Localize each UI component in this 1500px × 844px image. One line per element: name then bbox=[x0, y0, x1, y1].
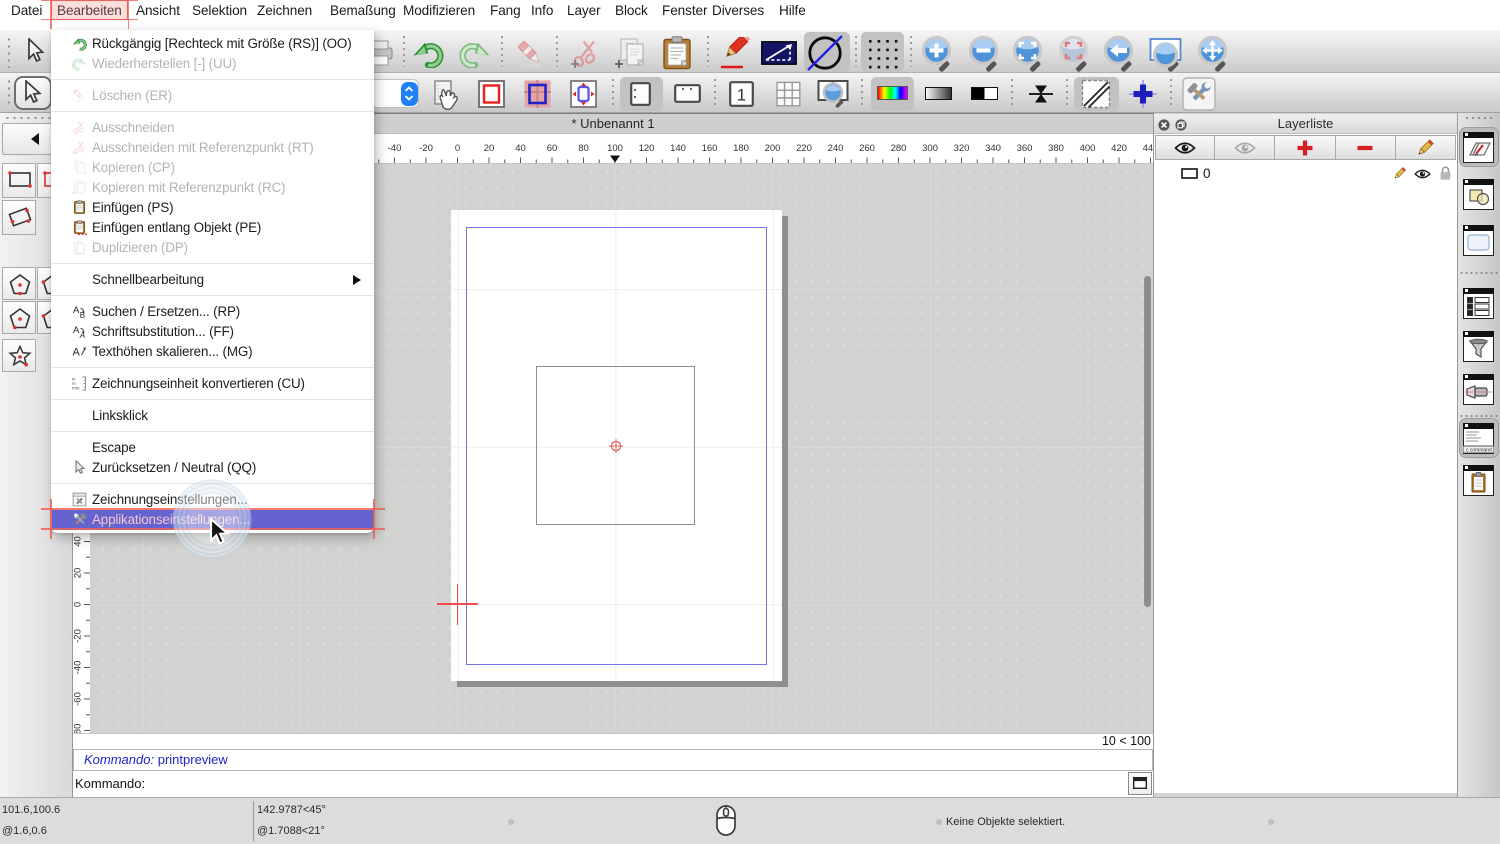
svg-text:220: 220 bbox=[796, 143, 812, 154]
svg-text:1: 1 bbox=[737, 85, 746, 104]
svg-text:200: 200 bbox=[765, 143, 781, 154]
svg-text:A: A bbox=[78, 331, 84, 339]
svg-text:20: 20 bbox=[484, 143, 495, 154]
svg-text:40: 40 bbox=[515, 143, 526, 154]
svg-text:100: 100 bbox=[607, 143, 623, 154]
svg-text:280: 280 bbox=[891, 143, 907, 154]
svg-text:B: B bbox=[79, 311, 84, 319]
svg-text:-60: -60 bbox=[73, 692, 84, 706]
svg-text:-20: -20 bbox=[73, 629, 84, 643]
svg-text:400: 400 bbox=[1080, 143, 1096, 154]
svg-text:20: 20 bbox=[73, 567, 84, 578]
svg-text:420: 420 bbox=[1111, 143, 1127, 154]
svg-text:0: 0 bbox=[455, 143, 460, 154]
svg-text:180: 180 bbox=[733, 143, 749, 154]
svg-text:0: 0 bbox=[73, 601, 84, 606]
svg-text:360: 360 bbox=[1017, 143, 1033, 154]
svg-text:-40: -40 bbox=[388, 143, 402, 154]
svg-text:A: A bbox=[72, 347, 80, 359]
svg-text:440: 440 bbox=[1143, 143, 1153, 154]
svg-text:340: 340 bbox=[985, 143, 1001, 154]
svg-text:-80: -80 bbox=[73, 723, 84, 733]
svg-text:c command: c command bbox=[1466, 448, 1492, 454]
svg-text:300: 300 bbox=[922, 143, 938, 154]
svg-text:260: 260 bbox=[859, 143, 875, 154]
svg-text:40: 40 bbox=[73, 536, 84, 547]
svg-text:-40: -40 bbox=[73, 660, 84, 674]
svg-text:140: 140 bbox=[670, 143, 686, 154]
svg-text:240: 240 bbox=[828, 143, 844, 154]
svg-text:160: 160 bbox=[702, 143, 718, 154]
svg-text:mm: mm bbox=[72, 386, 80, 391]
svg-text:320: 320 bbox=[954, 143, 970, 154]
svg-text:80: 80 bbox=[578, 143, 589, 154]
svg-text:380: 380 bbox=[1048, 143, 1064, 154]
svg-text:60: 60 bbox=[547, 143, 558, 154]
svg-text:-20: -20 bbox=[419, 143, 433, 154]
svg-text:120: 120 bbox=[639, 143, 655, 154]
